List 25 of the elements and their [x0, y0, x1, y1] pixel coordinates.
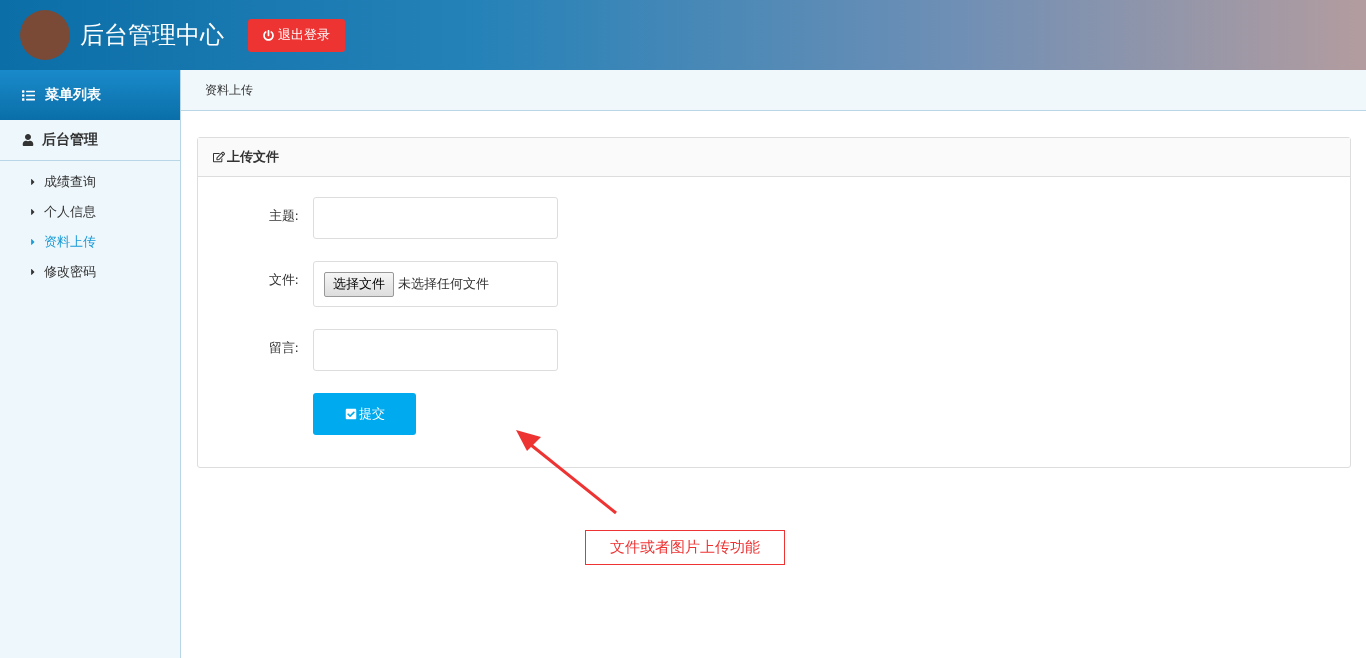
power-icon — [263, 29, 274, 41]
avatar — [20, 10, 70, 60]
menu-group[interactable]: 后台管理 — [0, 120, 180, 161]
field-label: 文件: — [267, 271, 300, 289]
user-icon — [22, 134, 34, 146]
field-label: 留言: — [267, 339, 300, 357]
breadcrumb: 资料上传 — [205, 81, 253, 99]
sidebar-heading-text: 菜单列表 — [45, 86, 101, 104]
input-field[interactable] — [313, 197, 558, 239]
panel-title: 上传文件 — [227, 148, 279, 166]
logout-button[interactable]: 退出登录 — [248, 18, 345, 52]
file-field[interactable]: 选择文件 未选择任何文件 — [313, 261, 558, 307]
file-status: 未选择任何文件 — [398, 275, 489, 293]
menu-item[interactable]: 成绩查询 — [0, 167, 180, 197]
input-field[interactable] — [313, 329, 558, 371]
choose-file-button[interactable]: 选择文件 — [324, 271, 394, 297]
menu-item[interactable]: 修改密码 — [0, 257, 180, 287]
app-title: 后台管理中心 — [80, 20, 224, 51]
menu-item[interactable]: 个人信息 — [0, 197, 180, 227]
list-icon — [22, 88, 35, 102]
menu-group-text: 后台管理 — [42, 131, 98, 149]
annotation-callout: 文件或者图片上传功能 — [585, 530, 785, 565]
edit-icon — [213, 151, 225, 163]
field-label: 主题: — [267, 207, 300, 225]
check-icon — [344, 408, 357, 420]
